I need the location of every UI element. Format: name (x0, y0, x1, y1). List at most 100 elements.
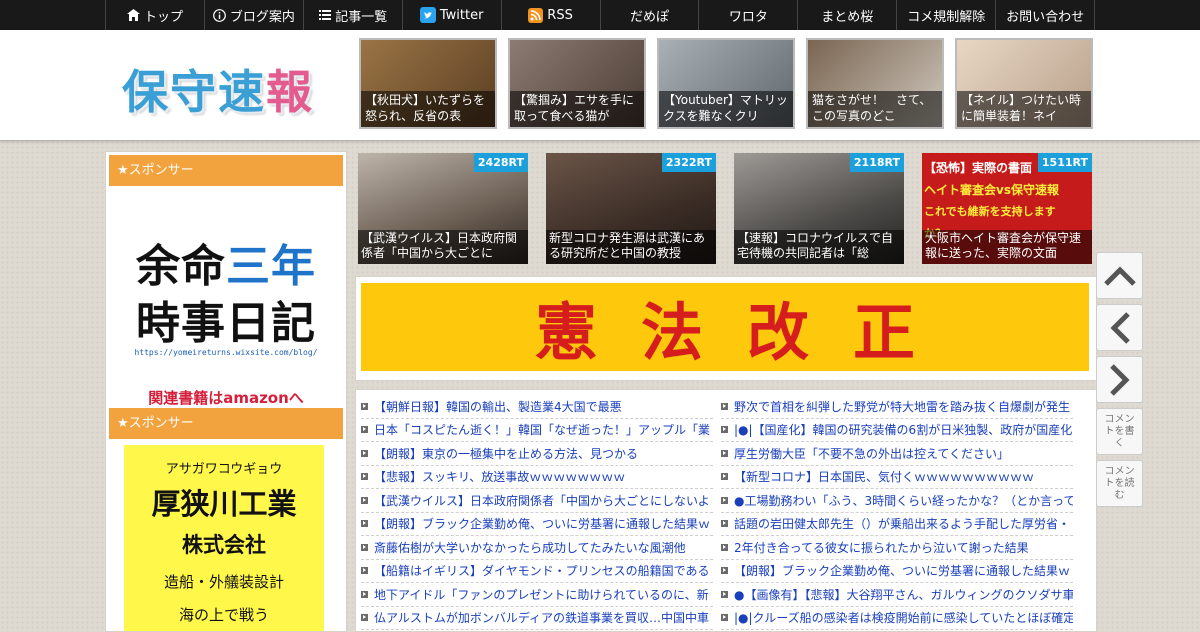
nav-label: ワロタ (728, 9, 768, 25)
scroll-top-button[interactable] (1096, 252, 1143, 299)
arrow-bullet-icon (361, 426, 368, 434)
nav-label: コメ規制解除 (907, 9, 986, 25)
rt-count-badge: 2428RT (473, 153, 528, 172)
nav-label: Twitter (439, 7, 484, 23)
article-link-list: 【朝鮮日報】韓国の輸出、製造業4大国で最悪 日本「コスピたん逝く！」韓国「なぜ逝… (355, 389, 1097, 632)
list-item[interactable]: 野次で首相を糾弾した野党が特大地雷を踏み抜く自爆劇が発生 (721, 395, 1073, 419)
list-item[interactable]: 【悲報】スッキリ、放送事故ｗｗｗｗｗｗｗｗ (361, 466, 713, 489)
nav-item-warota[interactable]: ワロタ (698, 0, 797, 30)
list-item[interactable]: 【朗報】ブラック企業勤め俺、ついに労基署に通報した結果ｗ (721, 560, 1073, 583)
floating-buttons: コメントを書く コメントを読む (1096, 252, 1143, 507)
article-caption: 大阪市ヘイト審査会が保守速報に送った、実際の文面 (922, 230, 1092, 264)
article-caption: 【武漢ウイルス】日本政府関係者「中国から大ごとに (358, 230, 528, 264)
nav-item-blog-guide[interactable]: ブログ案内 (203, 0, 303, 30)
list-item[interactable]: 【朗報】東京の一極集中を止める方法、見つかる (361, 442, 713, 466)
arrow-bullet-icon (361, 543, 368, 551)
arrow-bullet-icon (361, 567, 368, 575)
article-caption: 【速報】コロナウイルスで自宅待機の共同記者は「総 (734, 230, 904, 264)
write-comment-label: コメントを書く (1104, 413, 1135, 449)
left-sidebar: ★スポンサー 余命三年 時事日記 https://yomeireturns.wi… (105, 151, 347, 632)
kenpo-kaisei-banner[interactable]: 憲法改正 (355, 276, 1097, 381)
sponsor-ad-yomei[interactable]: 余命三年 時事日記 https://yomeireturns.wixsite.c… (106, 186, 346, 407)
nav-item-article-list[interactable]: 記事一覧 (302, 0, 402, 30)
list-item[interactable]: 地下アイドル「ファンのプレゼントに助けられているのに、新 (361, 583, 713, 607)
nav-item-twitter[interactable]: Twitter (401, 0, 501, 30)
header-thumbnail[interactable]: 【驚掴み】エサを手に取って食べる猫が (508, 38, 646, 129)
site-header: 保守速報 【秋田犬】いたずらを怒られ、反省の表 【驚掴み】エサを手に取って食べる… (0, 30, 1200, 141)
list-item[interactable]: 【武漢ウイルス】日本政府関係者「中国から大ごとにしないよ (361, 489, 713, 513)
arrow-bullet-icon (721, 449, 728, 457)
thumbnail-caption: 【Youtuber】マトリックスを難なくクリ (659, 91, 793, 127)
list-item[interactable]: 斎藤佑樹が大学いかなかったら成功してたみたいな風潮他 (361, 536, 713, 560)
arrow-bullet-icon (361, 496, 368, 504)
arrow-bullet-icon (721, 473, 728, 481)
article-caption: 新型コロナ発生源は武漢にある研究所だと中国の教授 (546, 230, 716, 264)
popular-article[interactable]: 2118RT 【速報】コロナウイルスで自宅待機の共同記者は「総 (734, 153, 904, 264)
nav-label: トップ (143, 9, 183, 25)
list-item[interactable]: |●|クルーズ船の感染者は検疫開始前に感染していたとほぼ確定 (721, 607, 1073, 630)
nav-item-contact[interactable]: お問い合わせ (995, 0, 1096, 30)
list-item[interactable]: 【朝鮮日報】韓国の輸出、製造業4大国で最悪 (361, 395, 713, 419)
ad-url: https://yomeireturns.wixsite.com/blog/ (134, 348, 318, 357)
sponsor-heading: ★スポンサー (109, 408, 343, 439)
list-item[interactable]: 【新型コロナ】日本国民、気付くｗｗｗｗｗｗｗｗｗｗ (721, 466, 1073, 489)
header-thumbnail[interactable]: 【秋田犬】いたずらを怒られ、反省の表 (359, 38, 497, 129)
ad-title-line1: 余命三年 (136, 241, 316, 292)
top-nav: トップ ブログ案内 記事一覧 Twitter RSS だめぽ ワロタ まとめ桜 … (0, 0, 1200, 30)
list-item[interactable]: 仏アルストムが加ボンバルディアの鉄道事業を買収…中国中車 (361, 607, 713, 630)
header-thumbnail[interactable]: 【Youtuber】マトリックスを難なくクリ (657, 38, 795, 129)
banner-inner: 憲法改正 (361, 283, 1089, 371)
nav-item-rss[interactable]: RSS (500, 0, 600, 30)
nav-item-damepo[interactable]: だめぽ (599, 0, 699, 30)
arrow-bullet-icon (361, 520, 368, 528)
popular-article[interactable]: 2322RT 新型コロナ発生源は武漢にある研究所だと中国の教授 (546, 153, 716, 264)
list-item[interactable]: 話題の岩田健太郎先生（）が乗船出来るよう手配した厚労省・ (721, 513, 1073, 536)
popular-article[interactable]: 【恐怖】実際の書面 ヘイト審査会vs保守速報 これでも維新を支持しますか？ 15… (922, 153, 1092, 264)
popular-article[interactable]: 2428RT 【武漢ウイルス】日本政府関係者「中国から大ごとに (358, 153, 528, 264)
nav-item-comment-unblock[interactable]: コメ規制解除 (896, 0, 995, 30)
read-comment-button[interactable]: コメントを読む (1096, 460, 1143, 507)
link-column-left: 【朝鮮日報】韓国の輸出、製造業4大国で最悪 日本「コスピたん逝く！」韓国「なぜ逝… (361, 395, 713, 630)
ad-slogan: 海の上で戦う (178, 606, 269, 624)
rt-count-badge: 2118RT (849, 153, 904, 172)
ad-kana: アサガワコウギョウ (165, 462, 283, 477)
arrow-bullet-icon (721, 543, 728, 551)
nav-label: ブログ案内 (229, 9, 295, 25)
nav-label: 記事一覧 (335, 9, 388, 25)
nav-list: トップ ブログ案内 記事一覧 Twitter RSS だめぽ ワロタ まとめ桜 … (105, 0, 1096, 30)
previous-button[interactable] (1096, 304, 1143, 351)
chevron-left-icon (1109, 311, 1130, 344)
nav-label: お問い合わせ (1006, 9, 1085, 25)
thumbnail-caption: 猫をさがせ！ さて、この写真のどこ (808, 91, 942, 127)
link-column-right: 野次で首相を糾弾した野党が特大地雷を踏み抜く自爆劇が発生 |●|【国産化】韓国の… (721, 395, 1073, 630)
list-item[interactable]: ●【画像有】【悲報】大谷翔平さん、ガルウィングのクソダサ車 (721, 583, 1073, 607)
list-item[interactable]: ●工場勤務わい「ふう、3時間くらい経ったかな？（とか言って (721, 489, 1073, 513)
header-thumbnail[interactable]: 【ネイル】つけたい時に簡単装着！ネイ (955, 38, 1093, 129)
list-item[interactable]: 日本「コスピたん逝く！」韓国「なぜ逝った！」アップル「業 (361, 419, 713, 442)
list-item[interactable]: 【朗報】ブラック企業勤め俺、ついに労基署に通報した結果ｗ (361, 513, 713, 536)
arrow-bullet-icon (721, 496, 728, 504)
ad-business: 造船・外艤装設計 (163, 573, 284, 591)
arrow-bullet-icon (361, 473, 368, 481)
list-item[interactable]: 【船籍はイギリス】ダイヤモンド・プリンセスの船籍国である (361, 560, 713, 583)
write-comment-button[interactable]: コメントを書く (1096, 408, 1143, 455)
chevron-right-icon (1109, 363, 1130, 396)
sponsor-ad-asagawa[interactable]: アサガワコウギョウ 厚狭川工業 株式会社 造船・外艤装設計 海の上で戦う (124, 445, 324, 631)
read-comment-label: コメントを読む (1104, 465, 1135, 501)
list-item[interactable]: 2年付き合ってる彼女に振られたから泣いて謝った結果 (721, 536, 1073, 560)
header-thumbnail[interactable]: 猫をさがせ！ さて、この写真のどこ (806, 38, 944, 129)
list-item[interactable]: 厚生労働大臣「不要不急の外出は控えてください」 (721, 442, 1073, 466)
arrow-bullet-icon (721, 567, 728, 575)
site-logo[interactable]: 保守速報 (122, 56, 314, 122)
ad-company-type: 株式会社 (182, 533, 266, 557)
rss-icon (528, 7, 544, 23)
amazon-link[interactable]: 関連書籍はamazonへ (106, 387, 346, 408)
rt-count-badge: 1511RT (1037, 153, 1092, 172)
banner-text: 憲法改正 (534, 296, 959, 369)
nav-item-matome-sakura[interactable]: まとめ桜 (797, 0, 896, 30)
popular-articles: 2428RT 【武漢ウイルス】日本政府関係者「中国から大ごとに 2322RT 新… (358, 153, 1092, 264)
list-item[interactable]: |●|【国産化】韓国の研究装備の6割が日米独製、政府が国産化を (721, 419, 1073, 442)
arrow-bullet-icon (361, 614, 368, 622)
next-button[interactable] (1096, 356, 1143, 403)
nav-item-top[interactable]: トップ (105, 0, 204, 30)
